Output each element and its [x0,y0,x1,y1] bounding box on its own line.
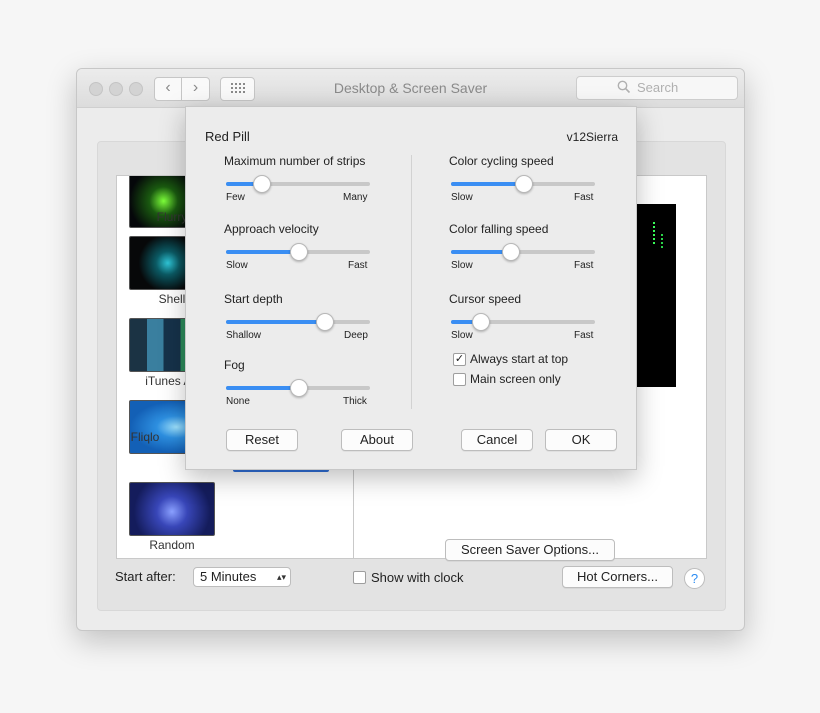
start-depth-slider[interactable] [226,313,370,331]
reset-button[interactable]: Reset [226,429,298,451]
always-start-at-top-checkbox[interactable]: ✓ [453,353,466,366]
show-with-clock-label: Show with clock [371,570,464,585]
slider-knob[interactable] [471,313,490,331]
color-falling-slider[interactable] [451,243,595,261]
fog-label: Fog [224,358,245,372]
screensaver-label: Fliqlo [130,430,160,444]
slider-max-label: Fast [574,330,594,341]
about-button[interactable]: About [341,429,413,451]
slider-min-label: None [226,396,250,407]
slider-knob[interactable] [290,243,308,261]
slider-min-label: Few [226,192,245,203]
main-screen-only-checkbox[interactable] [453,373,466,386]
cursor-speed-label: Cursor speed [449,292,522,306]
ok-button[interactable]: OK [545,429,617,451]
cursor-speed-slider[interactable] [451,313,595,331]
fog-slider[interactable] [226,379,370,397]
slider-min-label: Slow [451,260,473,271]
approach-velocity-label: Approach velocity [224,222,319,236]
main-screen-only-label: Main screen only [470,372,561,386]
start-after-value: 5 Minutes [200,569,257,584]
slider-max-label: Fast [574,260,594,271]
start-after-label: Start after: [115,569,176,584]
max-strips-label: Maximum number of strips [224,154,366,168]
slider-knob[interactable] [315,313,334,331]
column-divider [411,155,412,409]
slider-knob[interactable] [502,243,521,261]
always-start-at-top-label: Always start at top [470,352,569,366]
search-icon [617,80,631,94]
cancel-button[interactable]: Cancel [461,429,533,451]
screensaver-label: Random [149,538,195,552]
max-strips-slider[interactable] [226,175,370,193]
slider-max-label: Deep [344,330,368,341]
slider-max-label: Thick [343,396,367,407]
redpill-options-sheet: Red Pill v12Sierra Maximum number of str… [185,106,637,470]
title-bar: ‹ › Desktop & Screen Saver Search [77,69,744,108]
search-field[interactable]: Search [576,76,738,100]
hot-corners-button[interactable]: Hot Corners... [562,566,673,588]
start-depth-label: Start depth [224,292,283,306]
screensaver-thumb-random[interactable] [129,482,215,536]
slider-min-label: Shallow [226,330,262,341]
approach-velocity-slider[interactable] [226,243,370,261]
sheet-version: v12Sierra [566,130,618,144]
stepper-arrows-icon: ▴▾ [276,572,286,582]
slider-min-label: Slow [226,260,248,271]
slider-knob[interactable] [252,175,271,193]
slider-knob[interactable] [515,175,533,193]
matrix-glyph-strip [653,222,655,244]
slider-knob[interactable] [290,379,308,397]
matrix-glyph-strip [661,234,663,248]
slider-max-label: Fast [574,192,594,203]
color-cycling-slider[interactable] [451,175,595,193]
screensaver-preview [636,204,676,387]
slider-max-label: Fast [348,260,368,271]
search-placeholder: Search [637,80,679,95]
show-with-clock-checkbox[interactable] [353,571,366,584]
color-falling-label: Color falling speed [449,222,549,236]
slider-min-label: Slow [451,192,473,203]
sheet-title: Red Pill [205,129,250,144]
screensaver-options-button[interactable]: Screen Saver Options... [445,539,615,561]
help-icon[interactable]: ? [684,568,705,589]
slider-min-label: Slow [451,330,473,341]
slider-max-label: Many [343,192,368,203]
start-after-select[interactable]: 5 Minutes ▴▾ [193,567,291,587]
color-cycling-label: Color cycling speed [449,154,554,168]
